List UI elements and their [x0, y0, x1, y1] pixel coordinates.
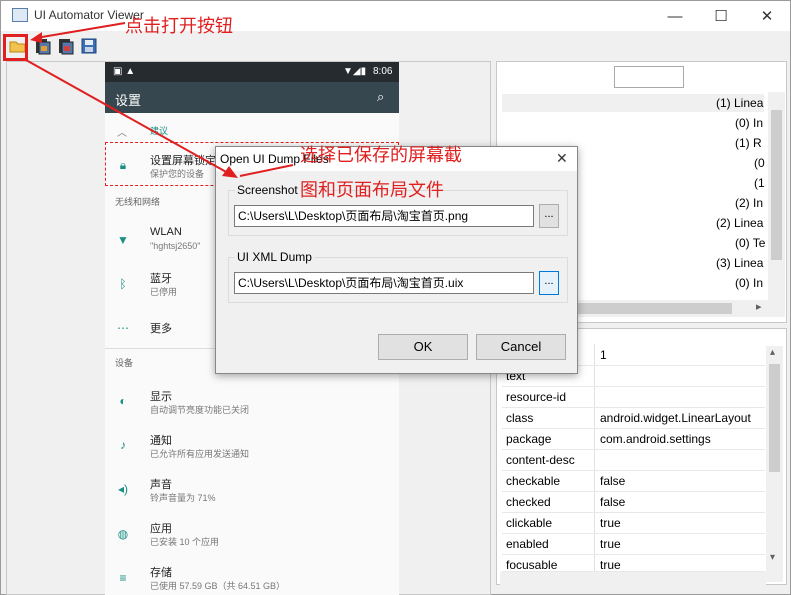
- annotation-select-files-2: 图和页面布局文件: [300, 180, 444, 200]
- annotation-click-open: 点击打开按钮: [125, 16, 233, 36]
- arrowhead: [30, 32, 42, 43]
- arrow-from-note: [239, 164, 294, 177]
- arrow-to-dialog: [25, 59, 229, 174]
- arrow-to-open: [35, 22, 126, 39]
- annotation-arrows: [25, 22, 294, 178]
- annotation-select-files-1: 选择已保存的屏幕截: [300, 145, 462, 165]
